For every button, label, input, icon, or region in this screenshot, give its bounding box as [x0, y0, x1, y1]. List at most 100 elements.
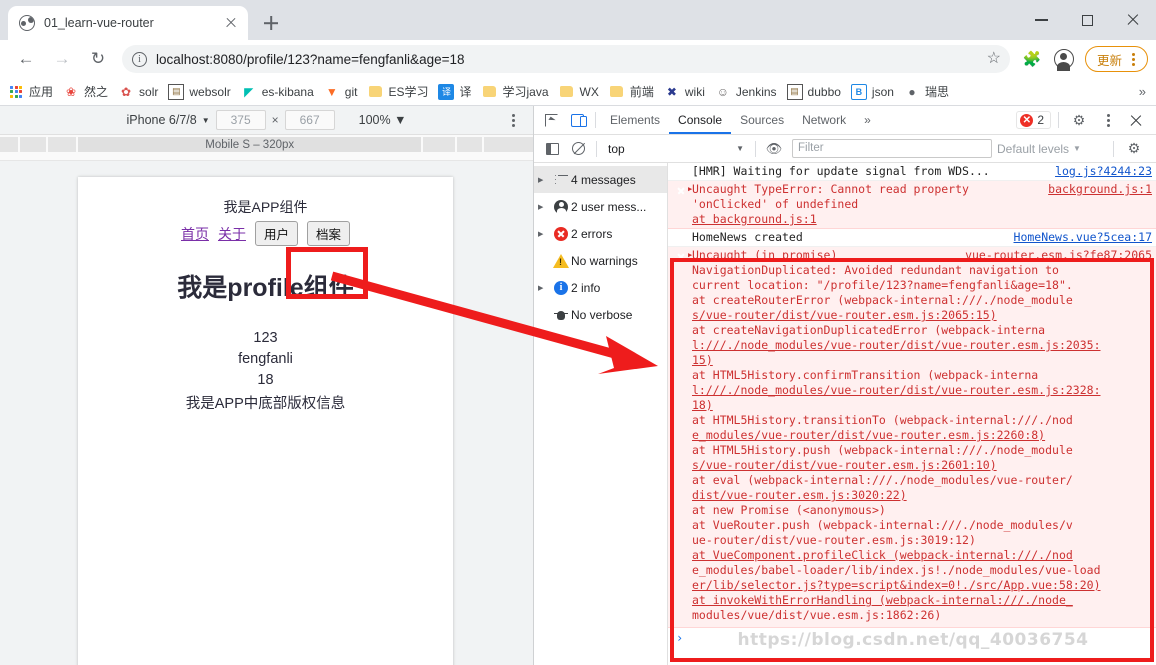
console-stack-line[interactable]: dist/vue-router.esm.js:3020:22) — [692, 488, 907, 502]
bookmark-java-study[interactable]: 学习java — [481, 83, 549, 100]
bookmark-es-study[interactable]: ES学习 — [367, 83, 428, 100]
extensions-button[interactable]: 🧩 — [1019, 46, 1045, 72]
console-stack-line[interactable]: at VueRouter.push (webpack-internal:///.… — [692, 518, 1073, 532]
console-stack-line[interactable]: l:///./node_modules/vue-router/dist/vue-… — [692, 383, 1101, 397]
height-input[interactable]: 667 — [284, 110, 335, 130]
bookmark-git[interactable]: ▼ git — [324, 84, 358, 100]
expand-arrow-icon[interactable]: ▶ — [688, 248, 692, 263]
profile-button[interactable]: 档案 — [307, 221, 351, 246]
console-stack-line[interactable]: at invokeWithErrorHandling (webpack-inte… — [692, 593, 1073, 607]
devtools-close-button[interactable] — [1122, 108, 1148, 132]
sidebar-item-all-messages[interactable]: ▶ 4 messages — [534, 166, 667, 193]
bookmark-ruisi[interactable]: ● 瑞思 — [904, 83, 949, 100]
console-stack-line[interactable]: at eval (webpack-internal:///./node_modu… — [692, 473, 1073, 487]
tab-console[interactable]: Console — [669, 106, 732, 134]
kebab-icon[interactable] — [505, 112, 521, 128]
bookmark-jenkins[interactable]: ☺ Jenkins — [715, 84, 777, 100]
console-sidebar-toggle[interactable] — [539, 137, 565, 161]
bookmarks-overflow-button[interactable]: » — [1139, 84, 1148, 99]
console-stack-line[interactable]: s/vue-router/dist/vue-router.esm.js:2601… — [692, 458, 997, 472]
bookmark-json[interactable]: B json — [850, 83, 894, 100]
maximize-button[interactable] — [1064, 0, 1110, 40]
expand-arrow-icon[interactable]: ▶ — [688, 182, 692, 197]
new-tab-button[interactable] — [257, 9, 285, 37]
link-home[interactable]: 首页 — [181, 224, 209, 244]
live-expression-button[interactable]: 👁 — [761, 137, 787, 161]
error-count-badge[interactable]: ✕ 2 — [1016, 111, 1051, 129]
console-stack-line[interactable]: at new Promise (<anonymous>) — [692, 503, 886, 517]
browser-tab[interactable]: 01_learn-vue-router — [8, 6, 248, 40]
console-message-line[interactable]: at background.js:1 — [692, 212, 817, 226]
console-stack-line[interactable]: at createNavigationDuplicatedError (webp… — [692, 323, 1045, 337]
minimize-button[interactable] — [1018, 0, 1064, 40]
bookmark-wiki[interactable]: ✖ wiki — [664, 84, 705, 100]
breakpoint-segment[interactable] — [483, 137, 534, 152]
console-stack-line[interactable]: s/vue-router/dist/vue-router.esm.js:2065… — [692, 308, 997, 322]
devtools-menu-button[interactable] — [1094, 108, 1120, 132]
console-stack-line[interactable]: e_modules/vue-router/dist/vue-router.esm… — [692, 428, 1045, 442]
user-button[interactable]: 用户 — [254, 221, 298, 246]
bookmark-ranzhi[interactable]: ❀ 然之 — [63, 83, 108, 100]
sidebar-item-user-messages[interactable]: ▶ 2 user mess... — [534, 193, 667, 220]
device-select[interactable]: iPhone 6/7/8 ▼ — [127, 113, 210, 127]
profile-button[interactable] — [1051, 46, 1077, 72]
sidebar-item-info[interactable]: ▶ i 2 info — [534, 274, 667, 301]
breakpoint-segment[interactable] — [423, 137, 455, 152]
chevron-right-icon[interactable]: ▶ — [538, 176, 551, 184]
source-link[interactable]: background.js:1 — [1048, 182, 1152, 197]
bookmark-frontend[interactable]: 前端 — [609, 83, 654, 100]
link-about[interactable]: 关于 — [218, 224, 246, 244]
bookmark-translate[interactable]: 译 译 — [438, 83, 471, 100]
log-levels-select[interactable]: Default levels ▼ — [997, 142, 1081, 156]
source-link[interactable]: log.js?4244:23 — [1055, 164, 1152, 179]
console-stack-line[interactable]: e_modules/babel-loader/lib/index.js!./no… — [692, 563, 1101, 577]
close-icon[interactable] — [222, 14, 240, 32]
breakpoint-segment[interactable] — [19, 137, 47, 152]
console-stack-line[interactable]: at HTML5History.push (webpack-internal:/… — [692, 443, 1073, 457]
console-entry-hmr[interactable]: log.js?4244:23 [HMR] Waiting for update … — [668, 163, 1156, 181]
bookmark-star-icon[interactable]: ☆ — [987, 50, 1001, 68]
inspect-button[interactable] — [538, 108, 564, 132]
bookmark-wx[interactable]: WX — [559, 84, 599, 100]
console-stack-line[interactable]: l:///./node_modules/vue-router/dist/vue-… — [692, 338, 1101, 352]
forward-button[interactable]: → — [47, 44, 77, 74]
console-prompt[interactable]: › — [668, 628, 1156, 646]
breakpoint-segment[interactable] — [48, 137, 77, 152]
filter-input[interactable]: Filter — [792, 139, 992, 158]
reload-button[interactable]: ↻ — [83, 44, 113, 74]
zoom-select[interactable]: 100% ▼ — [359, 113, 407, 127]
breakpoint-segment[interactable] — [0, 137, 18, 152]
device-toolbar-button[interactable] — [564, 108, 590, 132]
console-stack-line[interactable]: at HTML5History.transitionTo (webpack-in… — [692, 413, 1073, 427]
bookmark-websolr[interactable]: ▤ websolr — [168, 83, 231, 100]
console-settings-button[interactable]: ⚙ — [1121, 137, 1147, 161]
chevron-right-icon[interactable]: ▶ — [538, 284, 551, 292]
site-info-icon[interactable]: i — [132, 51, 147, 67]
width-input[interactable]: 375 — [215, 110, 266, 130]
console-output[interactable]: log.js?4244:23 [HMR] Waiting for update … — [668, 163, 1156, 665]
bookmark-solr[interactable]: ✿ solr — [118, 84, 158, 100]
console-stack-line[interactable]: at VueComponent.profileClick (webpack-in… — [692, 548, 1073, 562]
execution-context-select[interactable]: top ▼ — [602, 142, 750, 156]
tab-network[interactable]: Network — [793, 106, 855, 134]
bookmark-apps[interactable]: 应用 — [8, 83, 53, 100]
bookmark-es-kibana[interactable]: ◤ es-kibana — [241, 84, 314, 100]
sidebar-item-verbose[interactable]: No verbose — [534, 301, 667, 328]
bookmark-dubbo[interactable]: ▤ dubbo — [786, 83, 841, 100]
console-entry-typeerror[interactable]: ▶ background.js:1 Uncaught TypeError: Ca… — [668, 181, 1156, 229]
console-entry-navigationduplicated[interactable]: ▶ vue-router.esm.js?fe87:2065 Uncaught (… — [668, 247, 1156, 628]
source-link[interactable]: HomeNews.vue?5cea:17 — [1014, 230, 1152, 245]
console-stack-line[interactable]: 18) — [692, 398, 713, 412]
breakpoint-segment[interactable] — [457, 137, 482, 152]
back-button[interactable]: ← — [11, 44, 41, 74]
console-stack-line[interactable]: ue-router/dist/vue-router.esm.js:3019:12… — [692, 533, 976, 547]
address-bar[interactable]: i localhost:8080/profile/123?name=fengfa… — [122, 45, 1010, 73]
devtools-settings-button[interactable]: ⚙ — [1066, 108, 1092, 132]
update-button[interactable]: 更新 — [1084, 46, 1148, 72]
more-tabs-button[interactable]: » — [855, 106, 880, 134]
console-stack-line[interactable]: modules/vue/dist/vue.esm.js:1862:26) — [692, 608, 941, 622]
sidebar-item-warnings[interactable]: No warnings — [534, 247, 667, 274]
kebab-icon[interactable] — [1125, 51, 1141, 67]
console-stack-line[interactable]: er/lib/selector.js?type=script&index=0!.… — [692, 578, 1101, 592]
console-stack-line[interactable]: at HTML5History.confirmTransition (webpa… — [692, 368, 1038, 382]
